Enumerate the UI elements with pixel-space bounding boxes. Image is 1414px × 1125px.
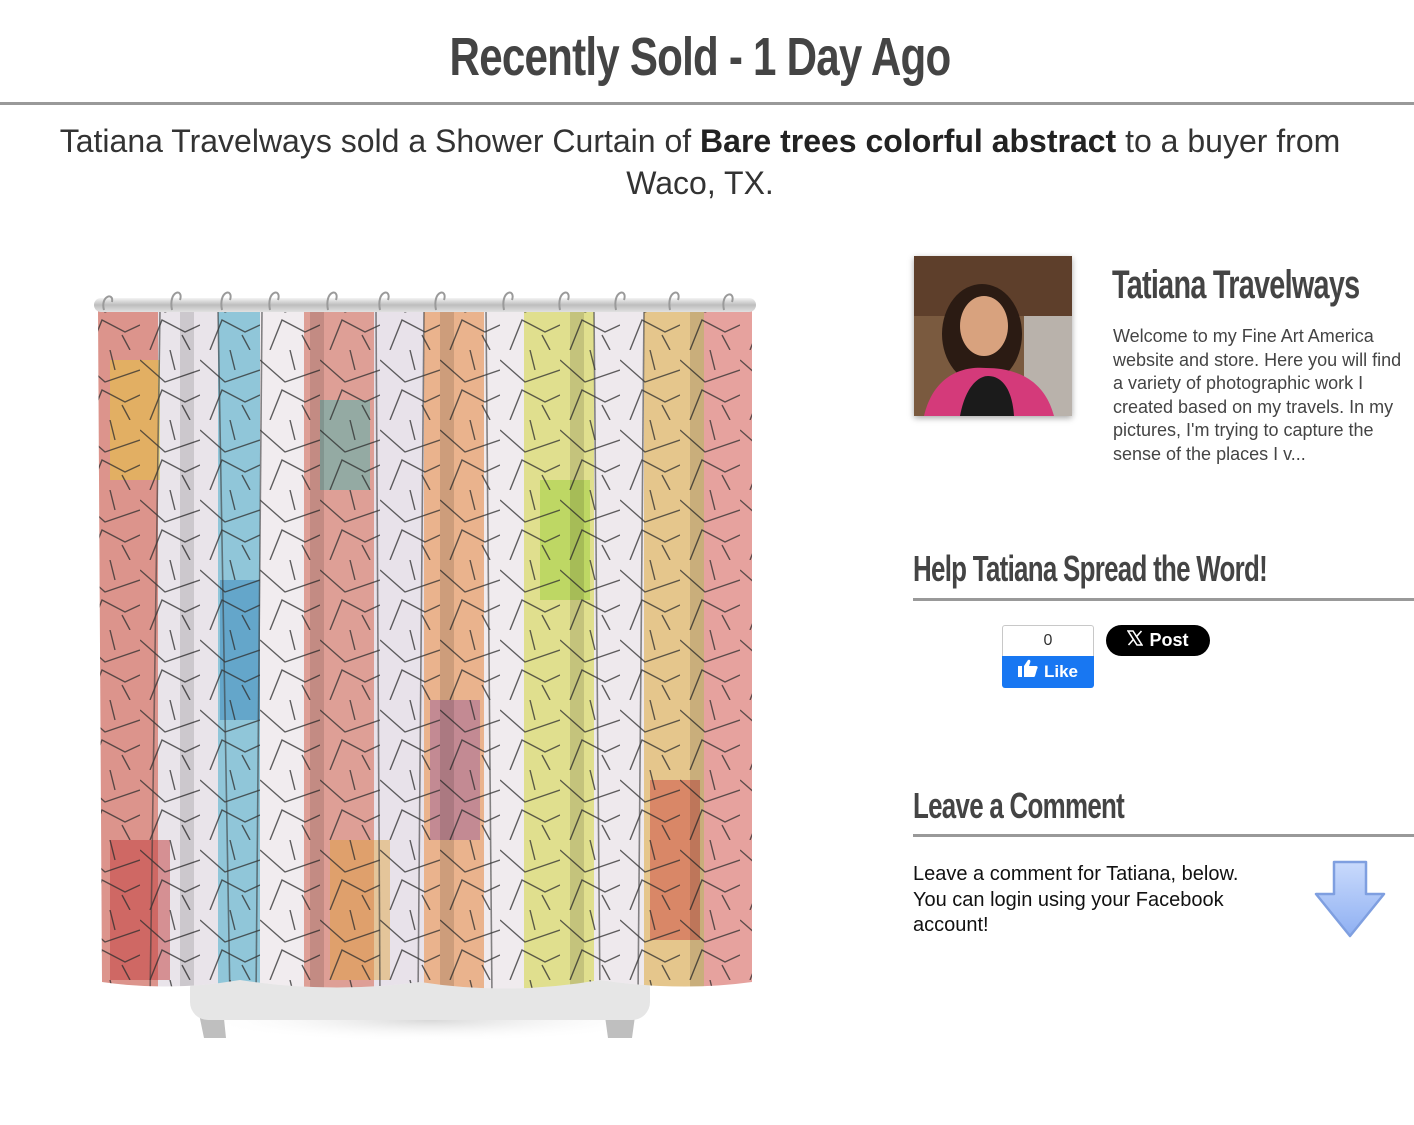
comment-divider [913, 834, 1414, 837]
shower-curtain-illustration [94, 291, 756, 1042]
x-post-button[interactable]: Post [1106, 625, 1210, 656]
artist-avatar-illustration [914, 256, 1072, 416]
headline-prefix: Tatiana Travelways sold a Shower Curtain… [59, 123, 701, 159]
facebook-like-button[interactable]: Like [1002, 656, 1094, 688]
facebook-like-widget[interactable]: 0 Like [1002, 625, 1094, 688]
comment-instructions: Leave a comment for Tatiana, below. You … [913, 863, 1239, 936]
thumbs-up-icon [1017, 656, 1038, 688]
share-heading: Help Tatiana Spread the Word! [913, 548, 1268, 589]
x-logo-icon [1127, 630, 1144, 651]
artist-name-link[interactable]: Tatiana Travelways [1112, 258, 1360, 312]
comment-heading: Leave a Comment [913, 785, 1125, 826]
artist-avatar[interactable] [914, 256, 1072, 416]
down-arrow-icon [1312, 858, 1388, 940]
sale-headline: Tatiana Travelways sold a Shower Curtain… [20, 120, 1380, 204]
title-divider [0, 102, 1414, 105]
artwork-title-link[interactable]: Bare trees colorful abstract [700, 123, 1116, 159]
post-label: Post [1149, 630, 1189, 650]
like-count: 0 [1002, 625, 1094, 656]
page-title: Recently Sold - 1 Day Ago [449, 27, 952, 87]
artist-bio: Welcome to my Fine Art America website a… [1113, 326, 1402, 464]
like-label: Like [1043, 662, 1079, 681]
share-divider [913, 598, 1414, 601]
shower-curtain-image[interactable] [80, 280, 780, 1060]
